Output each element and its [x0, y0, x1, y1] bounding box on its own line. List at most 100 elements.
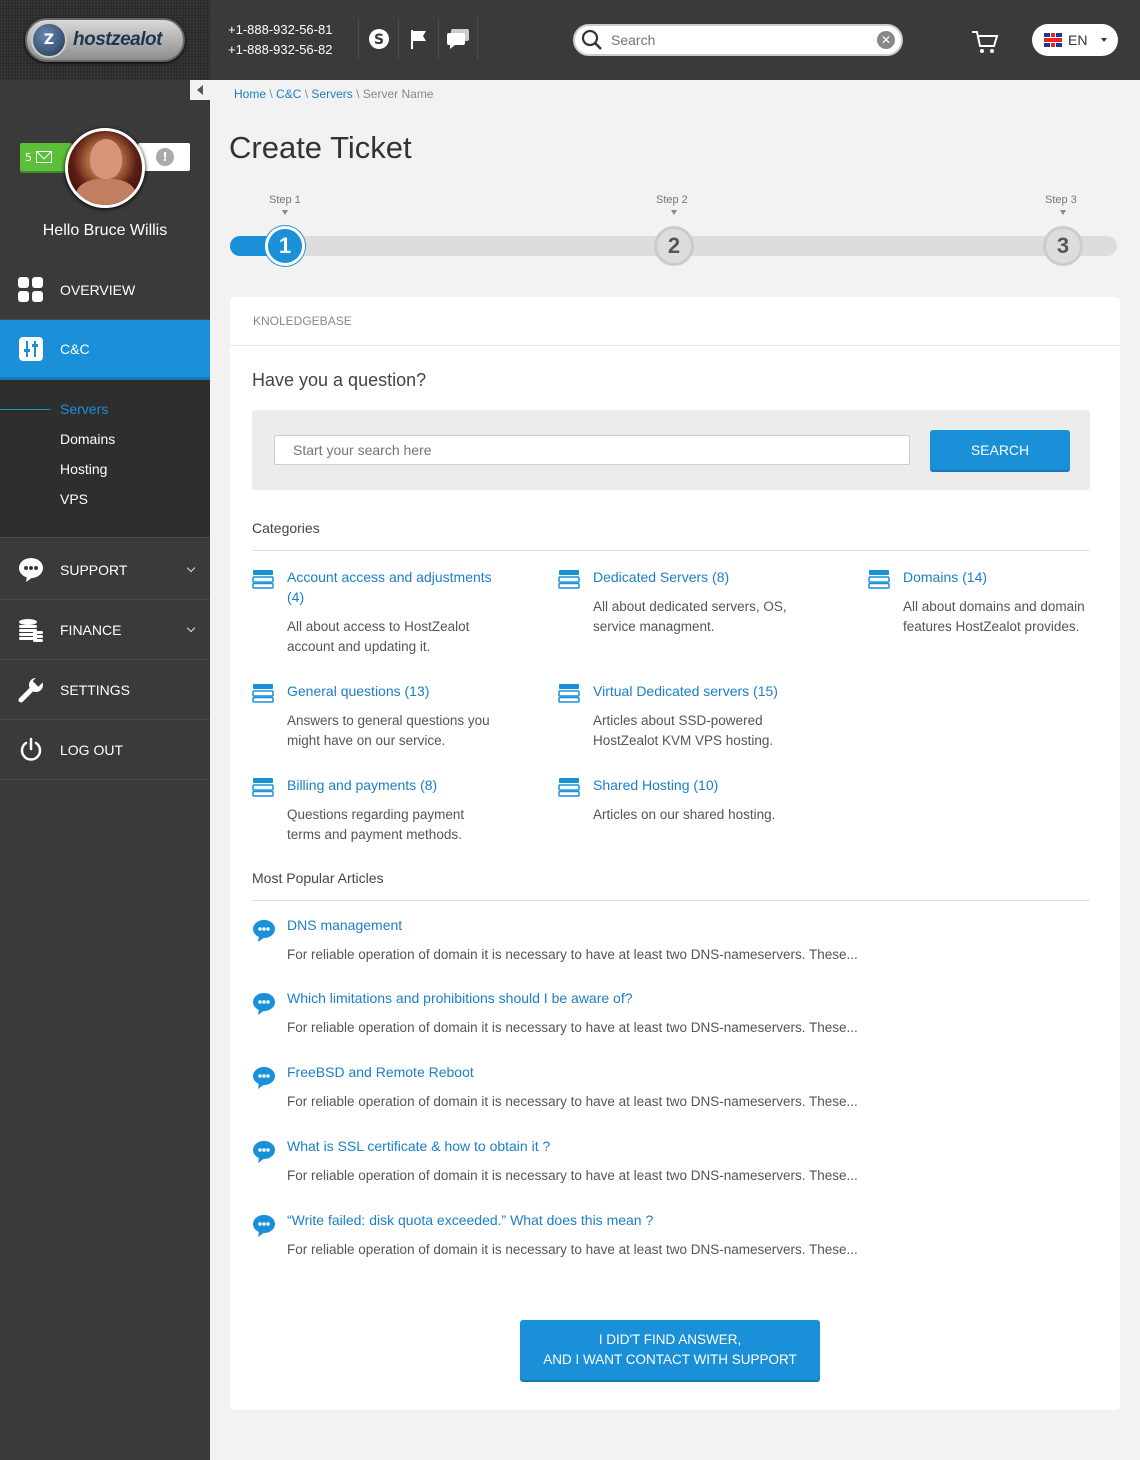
category-item[interactable]: Dedicated Servers (8) All about dedicate…: [558, 567, 798, 637]
nav-overview[interactable]: OVERVIEW: [0, 260, 210, 320]
page-title: Create Ticket: [229, 130, 412, 165]
chevron-down-icon: [186, 623, 196, 633]
article-excerpt: For reliable operation of domain it is n…: [287, 1168, 858, 1183]
nav-finance[interactable]: FINANCE: [0, 600, 210, 660]
nav-support-label: SUPPORT: [60, 561, 128, 578]
category-item[interactable]: Shared Hosting (10) Articles on our shar…: [558, 775, 798, 825]
nav-cc-label: C&C: [60, 340, 90, 357]
submenu-hosting[interactable]: Hosting: [60, 461, 107, 477]
chat-bubble-icon: [253, 1141, 275, 1163]
nav-overview-label: OVERVIEW: [60, 281, 136, 298]
step-1-circle[interactable]: 1: [265, 226, 305, 266]
breadcrumb-cc[interactable]: C&C: [276, 87, 301, 101]
nav-logout[interactable]: LOG OUT: [0, 720, 210, 780]
uk-flag-icon: [1044, 33, 1062, 47]
category-title[interactable]: Virtual Dedicated servers (15): [593, 681, 823, 701]
breadcrumb-home[interactable]: Home: [234, 87, 266, 101]
category-item[interactable]: Billing and payments (8) Questions regar…: [252, 775, 492, 845]
contact-support-button[interactable]: I DID'T FIND ANSWER, AND I WANT CONTACT …: [520, 1320, 820, 1380]
nav-support[interactable]: SUPPORT: [0, 540, 210, 600]
nav-settings[interactable]: SETTINGS: [0, 660, 210, 720]
sidebar-collapse-button[interactable]: [190, 80, 210, 100]
category-item[interactable]: Virtual Dedicated servers (15) Articles …: [558, 681, 798, 751]
sidebar: Z hostzealot 5 ! Hello Bruce Willis OVER…: [0, 0, 210, 1460]
nav-cc[interactable]: C&C: [0, 320, 210, 380]
greeting-hello: Hello: [42, 222, 80, 239]
clear-search-icon[interactable]: ✕: [877, 31, 895, 49]
article-item[interactable]: “Write failed: disk quota exceeded.” Wha…: [252, 1212, 1090, 1262]
category-desc: All about domains and domain features Ho…: [903, 599, 1085, 634]
step-2-circle[interactable]: 2: [654, 226, 694, 266]
speech-bubble-icon: [18, 557, 44, 583]
contact-support-line-2: AND I WANT CONTACT WITH SUPPORT: [543, 1352, 797, 1367]
category-title[interactable]: Dedicated Servers (8): [593, 567, 798, 587]
kb-search-input[interactable]: [274, 435, 910, 465]
submenu-servers[interactable]: Servers: [60, 401, 108, 417]
grid-icon: [18, 276, 44, 303]
category-title[interactable]: Shared Hosting (10): [593, 775, 798, 795]
step-1-label: Step 1: [269, 194, 301, 206]
flag-icon: [410, 30, 426, 49]
top-bar: +1-888-932-56-81 +1-888-932-56-82 S ✕ EN: [210, 0, 1140, 80]
article-title[interactable]: What is SSL certificate & how to obtain …: [287, 1138, 550, 1154]
skype-button[interactable]: S: [358, 18, 398, 60]
chat-bubble-icon: [253, 1067, 275, 1089]
header-search-input[interactable]: [611, 32, 851, 48]
category-item[interactable]: General questions (13) Answers to genera…: [252, 681, 492, 751]
article-item[interactable]: FreeBSD and Remote Reboot For reliable o…: [252, 1064, 1090, 1114]
caret-down-icon: [1101, 38, 1108, 42]
exclamation-icon: !: [156, 148, 174, 166]
divider: [252, 550, 1090, 551]
stack-icon: [252, 778, 274, 797]
breadcrumb-separator: \: [304, 87, 309, 101]
profile: 5 ! Hello Bruce Willis: [0, 100, 210, 260]
step-2-label: Step 2: [656, 194, 688, 206]
category-title[interactable]: Domains (14): [903, 567, 1108, 587]
language-selector[interactable]: EN: [1032, 24, 1118, 56]
breadcrumb: Home \ C&C \ Servers \ Server Name: [234, 87, 433, 101]
cart-button[interactable]: [970, 26, 1000, 56]
submenu-domains[interactable]: Domains: [60, 431, 115, 447]
category-title[interactable]: Billing and payments (8): [287, 775, 492, 795]
chat-button[interactable]: [438, 18, 478, 60]
kb-search-button[interactable]: SEARCH: [930, 430, 1070, 470]
phone-numbers: +1-888-932-56-81 +1-888-932-56-82: [228, 20, 332, 60]
chat-icon: [447, 29, 469, 49]
svg-text:S: S: [373, 32, 383, 48]
article-title[interactable]: DNS management: [287, 917, 402, 933]
logo[interactable]: Z hostzealot: [25, 18, 185, 62]
category-item[interactable]: Account access and adjustments (4) All a…: [252, 567, 492, 657]
breadcrumb-servers[interactable]: Servers: [311, 87, 352, 101]
step-3-circle[interactable]: 3: [1043, 226, 1083, 266]
mail-count: 5: [25, 150, 32, 164]
article-title[interactable]: “Write failed: disk quota exceeded.” Wha…: [287, 1212, 653, 1228]
breadcrumb-current: Server Name: [362, 87, 434, 101]
categories-heading: Categories: [252, 520, 320, 536]
avatar-body: [76, 179, 136, 205]
article-title[interactable]: Which limitations and prohibitions shoul…: [287, 990, 633, 1006]
kb-search-panel: SEARCH: [252, 410, 1090, 490]
flag-button[interactable]: [398, 18, 438, 60]
coins-icon: [18, 617, 44, 643]
category-title[interactable]: Account access and adjustments (4): [287, 567, 492, 607]
article-item[interactable]: What is SSL certificate & how to obtain …: [252, 1138, 1090, 1188]
alert-badge[interactable]: !: [138, 143, 190, 171]
phone-2: +1-888-932-56-82: [228, 42, 333, 57]
article-excerpt: For reliable operation of domain it is n…: [287, 1242, 858, 1257]
envelope-icon: [36, 151, 52, 163]
article-item[interactable]: Which limitations and prohibitions shoul…: [252, 990, 1090, 1040]
avatar-head: [90, 139, 122, 179]
category-title[interactable]: General questions (13): [287, 681, 492, 701]
cart-icon: [972, 31, 999, 53]
submenu-vps[interactable]: VPS: [60, 491, 88, 507]
category-desc: Articles about SSD-powered HostZealot KV…: [593, 713, 774, 748]
nav-finance-label: FINANCE: [60, 621, 122, 638]
article-item[interactable]: DNS management For reliable operation of…: [252, 917, 1090, 967]
chevron-down-icon: [186, 563, 196, 573]
category-item[interactable]: Domains (14) All about domains and domai…: [868, 567, 1108, 637]
chat-bubble-icon: [253, 920, 275, 942]
article-title[interactable]: FreeBSD and Remote Reboot: [287, 1064, 474, 1080]
article-excerpt: For reliable operation of domain it is n…: [287, 947, 858, 962]
language-label: EN: [1068, 32, 1088, 48]
avatar[interactable]: [65, 128, 145, 208]
